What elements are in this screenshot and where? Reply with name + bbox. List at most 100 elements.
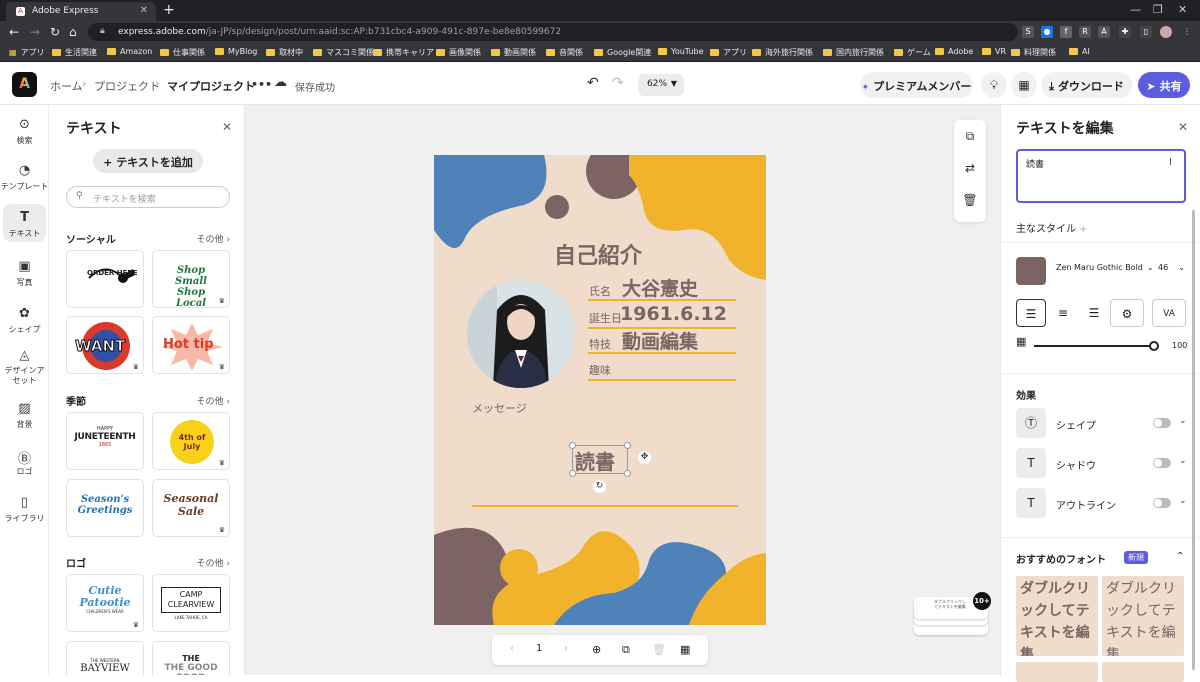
text-template-card[interactable]: HAPPY JUNETEENTH 1865 — [66, 412, 144, 470]
breadcrumb-projects[interactable]: プロジェクト — [94, 78, 160, 94]
breadcrumb-my-projects[interactable]: マイプロジェクト — [167, 78, 255, 94]
font-suggestion-card[interactable]: ダブルクリックしてテキストを編集 — [1102, 576, 1184, 656]
text-template-card[interactable]: Cutie Patootie CHILDREN'S WEAR ♛ — [66, 574, 144, 632]
brand-bulb-icon[interactable]: 💡︎ — [981, 72, 1007, 98]
premium-member-button[interactable]: ✦ プレミアムメンバー — [860, 72, 973, 98]
extensions-puzzle-icon[interactable]: ✚ — [1119, 26, 1131, 38]
profile-avatar-icon[interactable] — [1160, 26, 1172, 38]
bookmark[interactable]: AI — [1069, 47, 1090, 56]
bookmark[interactable]: 携帯キャリア — [373, 47, 434, 58]
replace-icon[interactable]: ⇄ — [954, 152, 986, 184]
bookmark[interactable]: VR — [982, 47, 1006, 56]
page-stack-thumbnail[interactable]: ダブルクリックしてテキストを編集 10+ — [914, 592, 991, 645]
extension-r-icon[interactable]: R — [1079, 26, 1091, 38]
field-value-skill[interactable]: 動画編集 — [622, 327, 698, 354]
adobe-express-logo[interactable]: A — [12, 72, 37, 97]
duplicate-icon[interactable]: ⧉ — [954, 120, 986, 152]
chevron-up-icon[interactable]: ⌃ — [1176, 551, 1184, 562]
bookmark[interactable]: YouTube — [658, 47, 704, 56]
align-right-button[interactable]: ☰ — [1079, 299, 1109, 327]
delete-page-icon[interactable]: 🗑︎ — [652, 643, 666, 656]
rail-item-shape[interactable]: ✿ シェイプ — [0, 306, 49, 338]
rail-item-text[interactable]: T テキスト — [3, 204, 46, 242]
text-template-card[interactable]: THE THE GOOD FOOD — [152, 641, 230, 675]
url-field[interactable]: 🔒︎ express.adobe.com/ja-JP/sp/design/pos… — [88, 23, 1018, 41]
align-center-button[interactable]: ≡ — [1048, 299, 1078, 327]
rotate-handle-icon[interactable]: ↻ — [593, 480, 606, 493]
list-style-dropdown[interactable]: ⚙︎ — [1110, 299, 1144, 327]
bookmark[interactable]: 仕事関係 — [160, 47, 205, 58]
bookmark[interactable]: 国内旅行関係 — [823, 47, 884, 58]
design-title[interactable]: 自己紹介 — [554, 238, 642, 270]
text-template-card[interactable]: CAMP CLEARVIEW LAKE TAHOE, CA — [152, 574, 230, 632]
effect-shape-row[interactable]: Ⓣ シェイプ ⌄ — [1016, 408, 1191, 438]
redo-icon[interactable]: ↷ — [612, 75, 624, 91]
font-suggestion-card[interactable]: ダブルクリックしてテキストを編集 — [1016, 576, 1098, 656]
font-suggestion-card[interactable] — [1102, 662, 1184, 682]
breadcrumb-home[interactable]: ホーム — [50, 78, 83, 94]
move-handle-icon[interactable]: ✥ — [638, 451, 651, 464]
home-icon[interactable]: ⌂ — [69, 25, 77, 39]
close-panel-icon[interactable]: ✕ — [1178, 120, 1188, 134]
prev-page-icon[interactable]: ‹ — [510, 643, 514, 654]
character-spacing-dropdown[interactable]: VA — [1152, 299, 1186, 327]
restore-icon[interactable]: ❐ — [1153, 3, 1163, 16]
bookmark[interactable]: マスコミ関係 — [313, 47, 374, 58]
bookmark[interactable]: ゲーム — [894, 47, 931, 58]
extension-a-icon[interactable]: A — [1098, 26, 1110, 38]
rail-item-search[interactable]: ⊙ 検索 — [0, 117, 49, 149]
rail-item-photo[interactable]: ▣ 写真 — [0, 259, 49, 291]
bookmark[interactable]: 取材中 — [266, 47, 303, 58]
field-label-skill[interactable]: 特技 — [589, 336, 611, 352]
font-family-dropdown[interactable]: Zen Maru Gothic Bold ⌄ — [1056, 263, 1154, 272]
reload-icon[interactable]: ↻ — [50, 25, 60, 39]
align-left-button[interactable]: ☰ — [1016, 299, 1046, 327]
text-template-card[interactable]: Season's Greetings — [66, 479, 144, 537]
field-value-birthday[interactable]: 1961.6.12 — [620, 303, 727, 325]
text-color-swatch[interactable] — [1016, 257, 1046, 285]
rail-item-template[interactable]: ◔ テンプレート — [0, 163, 49, 195]
field-label-name[interactable]: 氏名 — [589, 283, 611, 299]
field-label-birthday[interactable]: 誕生日 — [589, 310, 622, 326]
more-season-link[interactable]: その他 › — [197, 394, 230, 407]
bookmark[interactable]: MyBlog — [215, 47, 257, 56]
text-template-card[interactable]: THE WESTERN BAYVIEW — [66, 641, 144, 675]
bookmark[interactable]: 海外旅行関係 — [752, 47, 813, 58]
bookmark-apps[interactable]: ▦ アプリ — [9, 47, 45, 58]
rail-item-library[interactable]: ▯ ライブラリ — [0, 495, 49, 527]
next-page-icon[interactable]: › — [564, 643, 568, 654]
close-window-icon[interactable]: ✕ — [1178, 3, 1187, 16]
bookmark[interactable]: 音関係 — [546, 47, 583, 58]
browser-menu-icon[interactable]: ⋮ — [1181, 26, 1193, 38]
opacity-slider-track[interactable] — [1034, 345, 1154, 347]
extension-s-icon[interactable]: S — [1022, 26, 1034, 38]
text-template-card[interactable]: WANT ♛ — [66, 316, 144, 374]
grid-view-icon[interactable]: ▦ — [680, 643, 690, 656]
bookmark[interactable]: 動画関係 — [491, 47, 536, 58]
bookmark[interactable]: Amazon — [107, 47, 152, 56]
bookmark[interactable]: 料理関係 — [1011, 47, 1056, 58]
new-tab-button[interactable]: + — [163, 2, 175, 18]
add-text-button[interactable]: + テキストを追加 — [93, 149, 203, 173]
text-template-card[interactable]: Shop Small Shop Local ♛ — [152, 250, 230, 308]
more-logo-link[interactable]: その他 › — [197, 556, 230, 569]
right-panel-scrollbar[interactable] — [1192, 210, 1195, 670]
schedule-icon[interactable]: ▦ — [1011, 72, 1037, 98]
selected-text-box[interactable]: 読書 — [569, 442, 631, 477]
close-tab-icon[interactable]: ✕ — [140, 5, 148, 16]
back-icon[interactable]: ← — [9, 25, 19, 39]
zoom-dropdown[interactable]: 62% ▼ — [638, 74, 684, 96]
add-page-icon[interactable]: ⊕ — [592, 643, 601, 656]
duplicate-page-icon[interactable]: ⧉ — [622, 643, 630, 657]
minimize-icon[interactable]: — — [1130, 3, 1141, 16]
selected-text-hobby-value[interactable]: 読書 — [575, 446, 615, 475]
bookmark[interactable]: 生活関連 — [52, 47, 97, 58]
text-template-card[interactable]: ORDER HERE — [66, 250, 144, 308]
font-size-dropdown[interactable]: 46 ⌄ — [1158, 263, 1185, 272]
share-button[interactable]: ➤ 共有 — [1138, 72, 1190, 98]
text-search-input[interactable]: ⚲ テキストを検索 — [66, 186, 230, 208]
effect-shadow-row[interactable]: T シャドウ ⌄ — [1016, 448, 1191, 478]
forward-icon[interactable]: → — [30, 25, 40, 39]
text-template-card[interactable]: 4th of July ♛ — [152, 412, 230, 470]
rail-item-background[interactable]: ▨ 背景 — [0, 401, 49, 433]
